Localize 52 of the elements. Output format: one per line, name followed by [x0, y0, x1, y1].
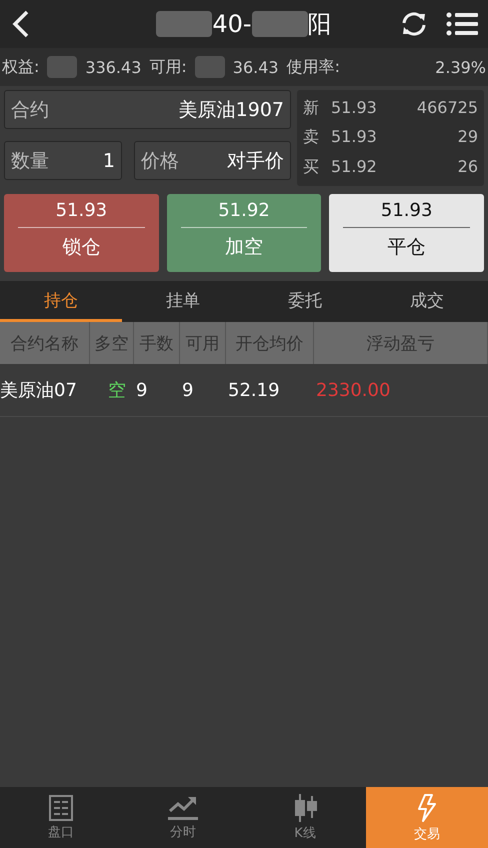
quote-label: 买 — [303, 156, 320, 178]
quote-price: 51.92 — [331, 156, 378, 178]
account-value: 36.43 — [232, 58, 279, 76]
column-header: 手数 — [134, 322, 180, 364]
quantity-field[interactable]: 数量 1 — [4, 141, 122, 180]
column-header: 多空 — [90, 322, 134, 364]
column-header: 浮动盈亏 — [314, 322, 488, 364]
quote-volume: 466725 — [416, 98, 478, 120]
table-cell-text: 52.19 — [227, 378, 281, 402]
back-icon[interactable] — [12, 10, 30, 38]
contract-field[interactable]: 合约 美原油1907 — [4, 90, 291, 129]
table-cell-text: 2330.00 — [315, 378, 392, 402]
quote-volume: 29 — [458, 127, 478, 148]
column-header: 可用 — [180, 322, 226, 364]
menu-icon[interactable] — [446, 11, 478, 37]
order-button[interactable]: 51.93 锁仓 — [4, 194, 159, 272]
account-value: 2.39% — [435, 58, 486, 76]
nav-tab[interactable]: 盘口 — [0, 787, 122, 848]
table-cell-text: 9 — [181, 378, 194, 402]
refresh-icon[interactable] — [400, 10, 428, 38]
account-label: 使用率: — [286, 56, 340, 78]
nav-tab[interactable]: 分时 — [122, 787, 244, 848]
quote-volume: 26 — [458, 156, 478, 178]
quote-price: 51.93 — [331, 127, 378, 148]
lightning-icon — [416, 792, 438, 822]
order-button[interactable]: 51.93 平仓 — [329, 194, 484, 272]
nav-tab[interactable]: K线 — [244, 787, 366, 848]
column-header: 合约名称 — [0, 322, 90, 364]
candlestick-icon — [292, 794, 318, 822]
window-title: 40- — [212, 10, 252, 38]
table-cell-text: 美原油07 — [0, 379, 78, 403]
redaction-block — [252, 11, 308, 37]
table-cell-text: 9 — [135, 378, 148, 402]
order-button[interactable]: 51.92 加空 — [166, 194, 322, 272]
tab[interactable]: 委托 — [244, 281, 366, 322]
redaction-block — [194, 56, 225, 78]
account-label: 权益: — [2, 56, 40, 78]
tab[interactable]: 成交 — [366, 281, 488, 322]
quote-price: 51.93 — [331, 98, 378, 120]
redaction-block — [156, 11, 212, 37]
quote-label: 新 — [303, 98, 320, 120]
redaction-block — [47, 56, 78, 78]
window-title: 阳 — [308, 9, 332, 40]
account-label: 可用: — [149, 56, 187, 78]
account-value: 336.43 — [85, 58, 142, 76]
grid-icon — [49, 794, 73, 820]
column-header: 开仓均价 — [226, 322, 314, 364]
tab[interactable]: 挂单 — [122, 281, 244, 322]
price-field[interactable]: 价格 对手价 — [134, 141, 291, 180]
trend-chart-icon — [168, 794, 198, 820]
table-cell-text: 空 — [107, 379, 127, 403]
quote-label: 卖 — [303, 127, 320, 148]
